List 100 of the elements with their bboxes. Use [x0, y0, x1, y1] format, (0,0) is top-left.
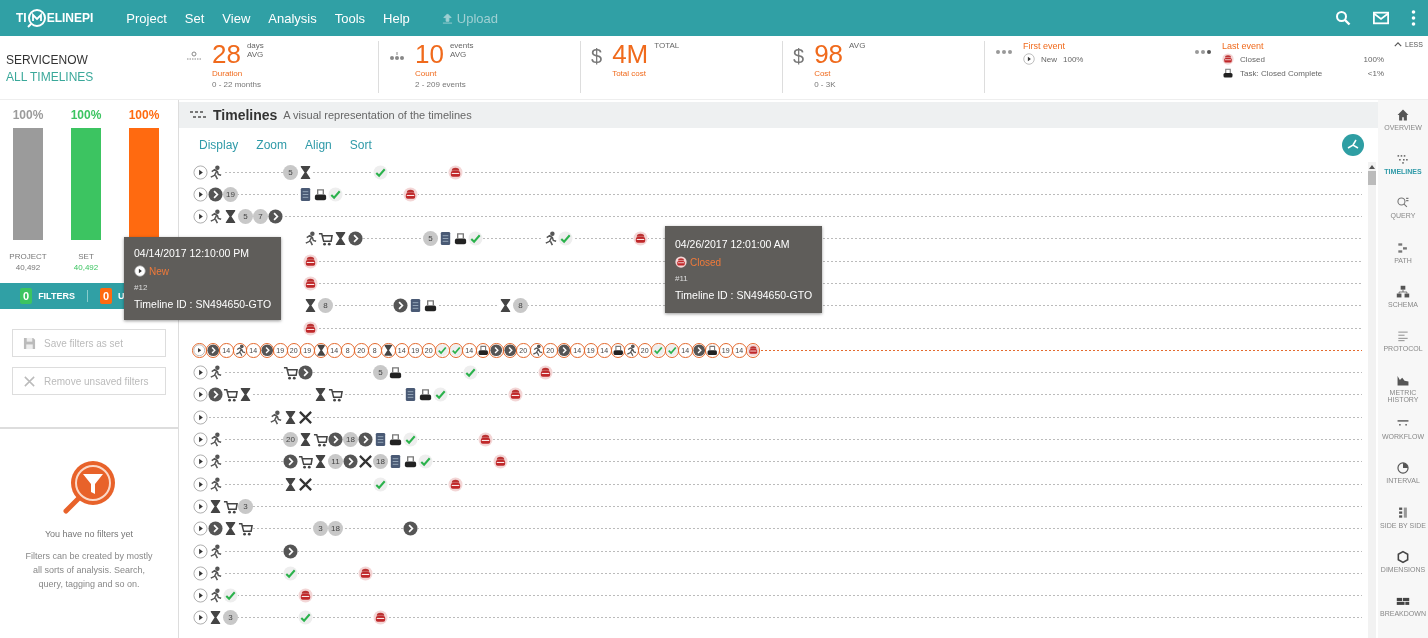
event-count: 19 [223, 186, 238, 202]
kpi-label: Count [415, 69, 438, 78]
path-nav-icon [1396, 240, 1410, 255]
chevron-icon [490, 344, 503, 357]
check-icon [463, 365, 478, 381]
check-icon [418, 454, 433, 470]
timelines-icon [189, 110, 207, 120]
menu-item[interactable]: Set [175, 6, 214, 30]
more-icon[interactable] [1411, 10, 1416, 26]
play-icon [134, 265, 146, 277]
event-count: 5 [373, 365, 388, 381]
menu-item[interactable]: Tools [325, 6, 375, 30]
event-title: Last event [1222, 41, 1265, 51]
kpi-range: 0 - 3K [814, 80, 837, 89]
task-icon [388, 432, 403, 448]
hourglass-icon [303, 298, 318, 314]
document-icon [403, 387, 418, 403]
tooltip-number: #11 [675, 274, 689, 283]
tooltip-event: New [149, 265, 169, 277]
runner-icon [208, 565, 223, 581]
cart-icon [318, 231, 333, 247]
menu-item[interactable]: Project [117, 6, 176, 30]
filter-count-badge: 0 [20, 288, 33, 304]
network-button[interactable] [1342, 134, 1364, 156]
toolbar-button[interactable]: Align [305, 138, 332, 152]
timeline-track[interactable]: 3 [193, 496, 1362, 517]
hourglass-icon [333, 231, 348, 247]
chevron-icon [208, 186, 223, 202]
timeline-track[interactable]: 5 [193, 162, 1362, 182]
coverage-count: 40,492 [73, 263, 99, 272]
chevron-icon [358, 432, 373, 448]
task-icon [706, 344, 719, 357]
toolbar-button[interactable]: Zoom [256, 138, 288, 152]
filter-label[interactable]: U [118, 291, 125, 301]
closed-icon [493, 454, 508, 470]
play-icon [193, 365, 208, 381]
task-icon [611, 344, 624, 357]
timeline-track[interactable]: 3 [193, 607, 1362, 628]
cart-icon [298, 454, 313, 470]
document-icon [373, 432, 388, 448]
closed-icon [538, 365, 553, 381]
check-icon [449, 344, 462, 357]
timeline-track[interactable]: 11 18 [193, 451, 1362, 472]
check-icon [468, 231, 483, 247]
chevron-icon [283, 454, 298, 470]
project-name: SERVICENOW [6, 53, 89, 67]
document-icon [298, 186, 313, 202]
search-icon[interactable] [1335, 10, 1351, 26]
cart-icon [328, 387, 343, 403]
timeline-track[interactable]: 20 18 [193, 429, 1362, 450]
menu-item[interactable]: Help [374, 6, 419, 30]
closed-icon [633, 231, 648, 247]
scrollbar[interactable] [1368, 162, 1376, 638]
check-icon [328, 186, 343, 202]
timelines-nav-icon [1396, 152, 1410, 167]
check-icon [223, 588, 238, 604]
event-share: <1% [1367, 68, 1384, 78]
timeline-track[interactable]: 5 [193, 362, 1362, 383]
play-icon [193, 209, 208, 225]
filter-count-badge: 0 [99, 288, 113, 304]
runner-icon [208, 543, 223, 559]
app-logo[interactable]: TI ELINEPI [16, 8, 94, 28]
play-icon [193, 498, 208, 514]
hourglass-icon [238, 387, 253, 403]
hourglass-icon [498, 298, 513, 314]
closed-icon [403, 186, 418, 202]
timeline-track[interactable]: 5 7 [193, 206, 1362, 227]
menu-item[interactable]: Analysis [259, 6, 326, 30]
event-count: 8 [513, 298, 528, 314]
filter-label[interactable]: FILTERS [38, 291, 75, 301]
toolbar-button[interactable]: Display [199, 138, 239, 152]
chevron-icon [206, 344, 219, 357]
hourglass-icon [223, 209, 238, 225]
hourglass-icon [298, 164, 313, 180]
toolbar-button[interactable]: Sort [349, 138, 372, 152]
closed-icon [478, 432, 493, 448]
chevron-icon [260, 344, 273, 357]
chevron-icon [283, 543, 298, 559]
event-share: 100% [1363, 54, 1384, 64]
menu-item[interactable]: View [213, 6, 260, 30]
closed-icon [508, 387, 523, 403]
event-count: 20 [283, 432, 298, 448]
timeline-track[interactable]: 19 [193, 184, 1362, 205]
check-icon [298, 610, 313, 626]
play-icon [193, 454, 208, 470]
event-count: 5 [238, 209, 253, 225]
closed-icon [303, 253, 318, 269]
play-icon [193, 476, 208, 492]
closed-icon [373, 610, 388, 626]
play-icon [1023, 53, 1035, 65]
chevron-icon [208, 521, 223, 537]
mail-icon[interactable] [1373, 10, 1389, 26]
event-count: 18 [328, 521, 343, 537]
runner-icon [208, 454, 223, 470]
currency-sign: $ [793, 45, 805, 69]
task-icon [476, 344, 489, 357]
document-icon [438, 231, 453, 247]
play-icon [193, 543, 208, 559]
task-icon [313, 186, 328, 202]
timeline-track[interactable]: 3 18 [193, 518, 1362, 539]
